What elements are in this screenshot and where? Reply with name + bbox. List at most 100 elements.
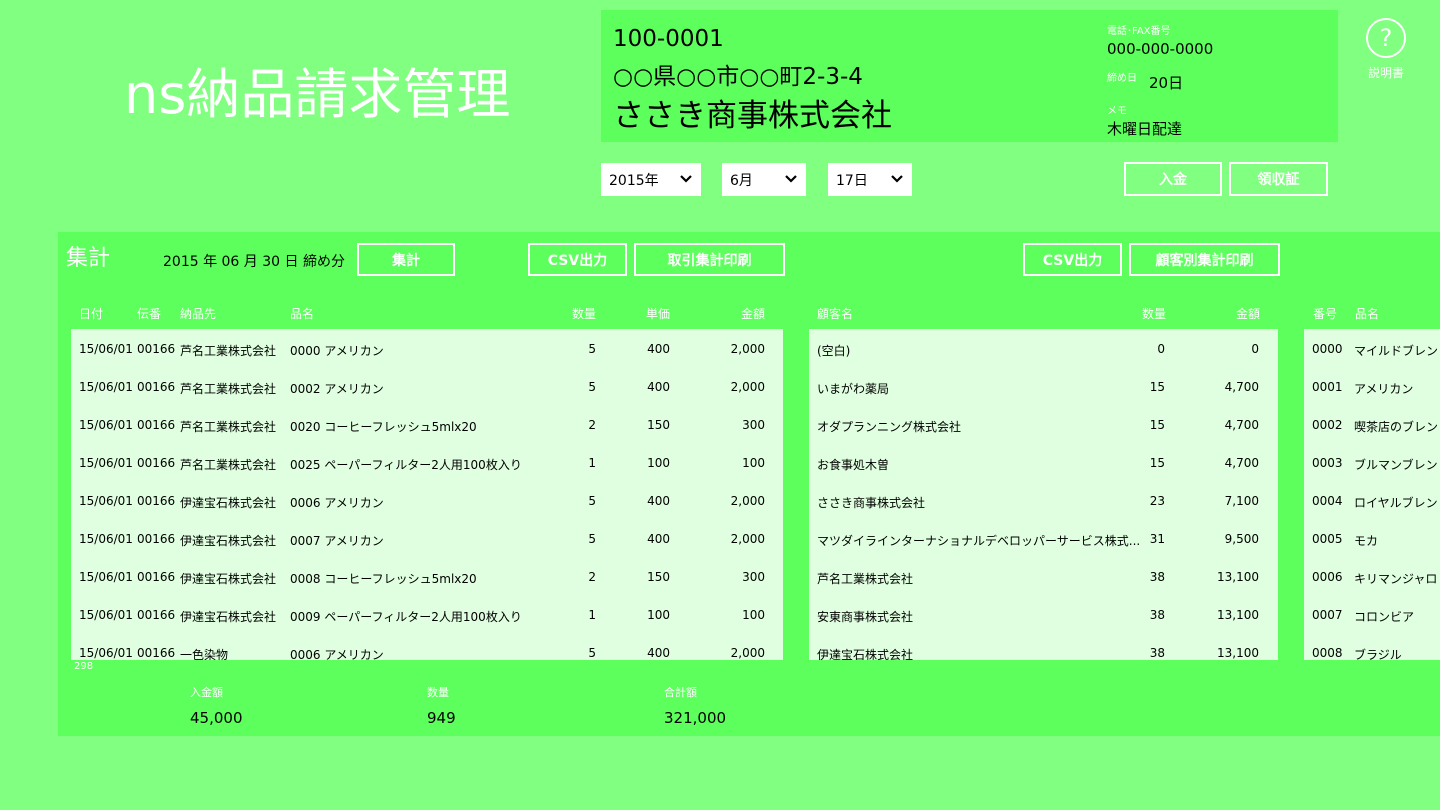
table-row[interactable]: 0004 ロイヤルブレンド (1304, 481, 1440, 519)
cell-price: 100 (647, 608, 670, 622)
col-header-slip: 伝番 (137, 307, 162, 321)
cell-slip: 00166 (137, 494, 176, 508)
cell-product-no: 0004 (1312, 494, 1343, 508)
table-row[interactable]: 伊達宝石株式会社 38 13,100 (809, 633, 1278, 660)
cell-product-name: 喫茶店のブレンド (1354, 420, 1440, 434)
table-row[interactable]: 15/06/01 00166 一色染物 0006 アメリカン 5 400 2,000 (71, 633, 783, 660)
cell-product-no: 0001 (1312, 380, 1343, 394)
cell-customer-qty: 0 (1157, 342, 1165, 356)
receipt-button[interactable]: 領収証 (1229, 162, 1328, 196)
table-row[interactable]: 0000 マイルドブレンド (1304, 329, 1440, 367)
cell-amount: 300 (742, 418, 765, 432)
cell-customer-name: マツダイラインターナショナルデベロッパーサービス株式... (817, 534, 1141, 548)
table-row[interactable]: 15/06/01 00166 芦名工業株式会社 0020 コーヒーフレッシュ5mlx2… (71, 405, 783, 443)
table-row[interactable]: 15/06/01 00166 伊達宝石株式会社 0008 コーヒーフレッシュ5mlx2… (71, 557, 783, 595)
csv-export-customers-button[interactable]: CSV出力 (1023, 243, 1122, 276)
cell-customer-qty: 15 (1149, 418, 1165, 432)
csv-export-transactions-button[interactable]: CSV出力 (528, 243, 627, 276)
cell-date: 15/06/01 (79, 418, 133, 432)
payment-button[interactable]: 入金 (1124, 162, 1222, 196)
day-select[interactable]: 17日 (828, 163, 912, 196)
cell-amount: 300 (742, 570, 765, 584)
table-row[interactable]: 15/06/01 00166 伊達宝石株式会社 0006 アメリカン 5 400 2,000 (71, 481, 783, 519)
customer-phone: 000-000-0000 (1107, 40, 1214, 58)
col-header-product: 品名 (290, 307, 315, 321)
aggregate-button[interactable]: 集計 (357, 243, 455, 276)
cell-product-name: マイルドブレンド (1354, 344, 1440, 358)
customers-table[interactable]: (空白) 0 0 いまがわ薬局 15 4,700 オダプランニング株式会社 15 4,700 お食… (809, 329, 1278, 660)
table-row[interactable]: 15/06/01 00166 伊達宝石株式会社 0007 アメリカン 5 400 2,000 (71, 519, 783, 557)
col-header-customer-qty: 数量 (1141, 307, 1166, 321)
table-row[interactable]: 15/06/01 00166 伊達宝石株式会社 0009 ペーパーフィルター2人用10… (71, 595, 783, 633)
col-header-price: 単価 (645, 307, 670, 321)
table-row[interactable]: オダプランニング株式会社 15 4,700 (809, 405, 1278, 443)
cell-amount: 2,000 (730, 380, 765, 394)
table-row[interactable]: 15/06/01 00166 芦名工業株式会社 0025 ペーパーフィルター2人用10… (71, 443, 783, 481)
products-table[interactable]: 0000 マイルドブレンド 0001 アメリカン 0002 喫茶店のブレンド 0003 ブルマ… (1304, 329, 1440, 660)
month-value: 6月 (730, 172, 753, 189)
table-row[interactable]: いまがわ薬局 15 4,700 (809, 367, 1278, 405)
col-header-customer: 顧客名 (817, 307, 854, 321)
cell-price: 400 (647, 494, 670, 508)
cell-date: 15/06/01 (79, 570, 133, 584)
cell-destination: 芦名工業株式会社 (180, 382, 277, 396)
table-row[interactable]: 0001 アメリカン (1304, 367, 1440, 405)
cell-slip: 00166 (137, 418, 176, 432)
cell-qty: 1 (588, 608, 596, 622)
customer-print-button[interactable]: 顧客別集計印刷 (1129, 243, 1280, 276)
payment-total-label: 入金額 (190, 686, 223, 699)
table-row[interactable]: 15/06/01 00166 芦名工業株式会社 0000 アメリカン 5 400 2,000 (71, 329, 783, 367)
table-row[interactable]: 0005 モカ (1304, 519, 1440, 557)
month-select[interactable]: 6月 (722, 163, 806, 196)
cell-qty: 1 (588, 456, 596, 470)
cell-amount: 2,000 (730, 494, 765, 508)
cell-date: 15/06/01 (79, 646, 133, 660)
year-select[interactable]: 2015年 (601, 163, 701, 196)
cell-destination: 伊達宝石株式会社 (180, 496, 277, 510)
table-row[interactable]: ささき商事株式会社 23 7,100 (809, 481, 1278, 519)
table-row[interactable]: 0007 コロンビア (1304, 595, 1440, 633)
transactions-table[interactable]: 15/06/01 00166 芦名工業株式会社 0000 アメリカン 5 400 2,000… (71, 329, 783, 660)
cell-customer-name: オダプランニング株式会社 (817, 420, 962, 434)
transaction-print-button[interactable]: 取引集計印刷 (634, 243, 785, 276)
table-row[interactable]: 芦名工業株式会社 38 13,100 (809, 557, 1278, 595)
cell-customer-qty: 15 (1149, 380, 1165, 394)
table-row[interactable]: (空白) 0 0 (809, 329, 1278, 367)
cell-qty: 5 (588, 494, 596, 508)
table-row[interactable]: 15/06/01 00166 芦名工業株式会社 0002 アメリカン 5 400 2,000 (71, 367, 783, 405)
table-row[interactable]: 0002 喫茶店のブレンド (1304, 405, 1440, 443)
close-day-label: 締め日 (1107, 73, 1137, 84)
year-value: 2015年 (609, 172, 659, 189)
table-row[interactable]: 0008 ブラジル (1304, 633, 1440, 660)
cell-destination: 伊達宝石株式会社 (180, 534, 277, 548)
table-row[interactable]: 0006 キリマンジャロ (1304, 557, 1440, 595)
cell-customer-name: 安東商事株式会社 (817, 610, 914, 624)
help-icon[interactable]: ? (1366, 18, 1406, 58)
cell-customer-amount: 4,700 (1224, 456, 1259, 470)
chevron-down-icon (890, 173, 904, 187)
cell-destination: 伊達宝石株式会社 (180, 610, 277, 624)
cell-product-no: 0007 (1312, 608, 1343, 622)
grand-total: 321,000 (664, 709, 727, 727)
cell-price: 150 (647, 570, 670, 584)
grand-total-label: 合計額 (664, 686, 697, 699)
cell-product: 0009 ペーパーフィルター2人用100枚入り (290, 610, 522, 624)
col-header-amount: 金額 (740, 307, 765, 321)
cell-product-no: 0002 (1312, 418, 1343, 432)
table-row[interactable]: お食事処木曽 15 4,700 (809, 443, 1278, 481)
customer-card[interactable]: 100-0001 ○○県○○市○○町2-3-4 ささき商事株式会社 電話･FAX… (601, 10, 1338, 142)
cell-customer-name: ささき商事株式会社 (817, 496, 926, 510)
quantity-total: 949 (427, 709, 456, 727)
table-row[interactable]: 安東商事株式会社 38 13,100 (809, 595, 1278, 633)
help-label[interactable]: 説明書 (1368, 64, 1404, 81)
app-title: ns納品請求管理 (124, 63, 511, 126)
cell-amount: 2,000 (730, 532, 765, 546)
table-row[interactable]: 0003 ブルマンブレンド (1304, 443, 1440, 481)
cell-amount: 100 (742, 608, 765, 622)
memo-label: メモ (1107, 106, 1127, 117)
cell-customer-amount: 13,100 (1217, 570, 1259, 584)
cell-amount: 2,000 (730, 342, 765, 356)
cell-customer-name: 伊達宝石株式会社 (817, 648, 914, 660)
cell-qty: 5 (588, 532, 596, 546)
table-row[interactable]: マツダイラインターナショナルデベロッパーサービス株式... 31 9,500 (809, 519, 1278, 557)
